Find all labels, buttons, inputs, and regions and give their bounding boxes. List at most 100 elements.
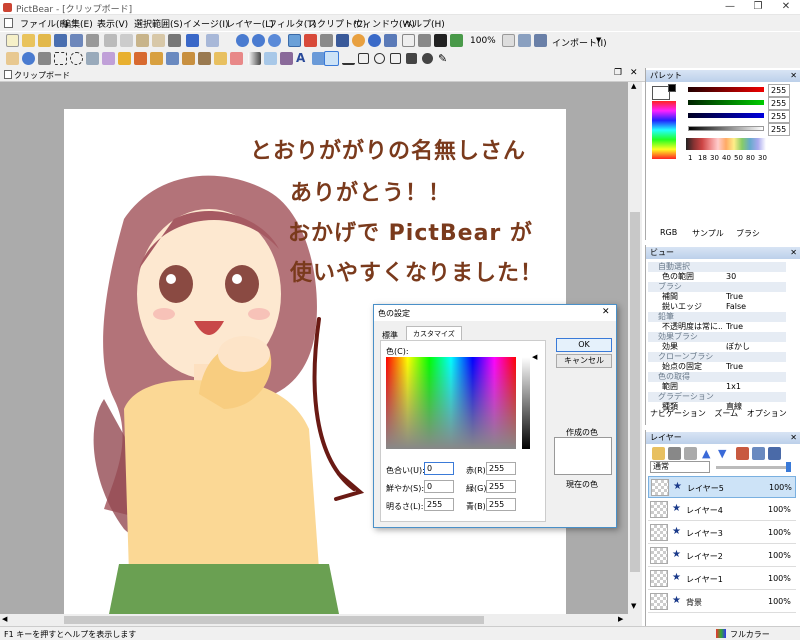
property-row[interactable]: 種類 直線: [648, 402, 786, 412]
paste-new-icon[interactable]: [152, 34, 165, 47]
stamp-icon[interactable]: [280, 52, 293, 65]
ellipse-tool-icon[interactable]: [374, 53, 385, 64]
property-category[interactable]: 色の取得: [648, 372, 786, 382]
property-row[interactable]: 始点の固定 True: [648, 362, 786, 372]
brush-window-icon[interactable]: [336, 34, 349, 47]
hue-sat-picker[interactable]: [386, 357, 516, 449]
eyedropper-icon[interactable]: [118, 52, 131, 65]
effect-brush-icon[interactable]: [182, 52, 195, 65]
luminance-bar[interactable]: [522, 357, 530, 449]
copy-icon[interactable]: [120, 34, 133, 47]
line-tool-icon[interactable]: [324, 51, 339, 66]
lasso-icon[interactable]: [86, 52, 99, 65]
layer-visibility-icon[interactable]: ★: [672, 595, 681, 606]
pen-tool-icon[interactable]: ✎: [438, 52, 451, 65]
hue-field[interactable]: 0: [424, 462, 454, 475]
luminance-arrow-icon[interactable]: ◀: [532, 353, 537, 361]
polygon-tool-icon[interactable]: [390, 53, 401, 64]
save-as-icon[interactable]: [70, 34, 83, 47]
fit-window-icon[interactable]: [518, 34, 531, 47]
green-slider[interactable]: [688, 100, 764, 105]
palette-icon[interactable]: [352, 34, 365, 47]
ok-button[interactable]: OK: [556, 338, 612, 352]
swatch-grid[interactable]: [686, 138, 766, 150]
filled-ellipse-icon[interactable]: [422, 53, 433, 64]
doc-restore-icon[interactable]: ❐: [614, 68, 622, 78]
ruler-icon[interactable]: [304, 34, 317, 47]
delete-layer-icon[interactable]: [668, 447, 681, 460]
brush-icon[interactable]: [150, 52, 163, 65]
move-down-icon[interactable]: ▼: [718, 447, 731, 460]
layer-visibility-icon[interactable]: ★: [672, 526, 681, 537]
zoom-out-icon[interactable]: [252, 34, 265, 47]
property-category[interactable]: クローンブラシ: [648, 352, 786, 362]
layer-row[interactable]: ★ レイヤー4 100%: [648, 499, 796, 521]
duplicate-layer-icon[interactable]: [684, 447, 697, 460]
scroll-down-icon[interactable]: ▼: [631, 602, 636, 610]
cancel-button[interactable]: キャンセル: [556, 354, 612, 368]
redo-icon[interactable]: [206, 34, 219, 47]
close-button[interactable]: ✕: [772, 0, 800, 15]
magic-wand-icon[interactable]: [102, 52, 115, 65]
sat-field[interactable]: 0: [424, 480, 454, 493]
hand-tool-icon[interactable]: [6, 52, 19, 65]
chevron-down-icon[interactable]: ▼: [596, 36, 601, 44]
layer-close-icon[interactable]: ✕: [790, 432, 797, 444]
alpha-slider[interactable]: [688, 126, 764, 131]
clone-icon[interactable]: [198, 52, 211, 65]
layer-row[interactable]: ★ レイヤー3 100%: [648, 522, 796, 544]
opacity-slider[interactable]: [716, 466, 788, 469]
maximize-button[interactable]: ❐: [744, 0, 772, 15]
view-dark-icon[interactable]: [434, 34, 447, 47]
green-field[interactable]: 255: [486, 480, 516, 493]
layer-visibility-icon[interactable]: ★: [672, 549, 681, 560]
layer-row[interactable]: ★ レイヤー2 100%: [648, 545, 796, 567]
property-row[interactable]: 鋭いエッジ False: [648, 302, 786, 312]
blue-slider[interactable]: [688, 113, 764, 118]
open-recent-icon[interactable]: [38, 34, 51, 47]
tab-sample[interactable]: サンプル: [692, 228, 724, 239]
doc-close-icon[interactable]: ✕: [630, 68, 638, 78]
gradient-icon[interactable]: [248, 52, 261, 65]
property-row[interactable]: 不透明度は常に... True: [648, 322, 786, 332]
tab-brush[interactable]: ブラシ: [736, 228, 760, 239]
menu-file[interactable]: ファイル(F): [20, 17, 68, 30]
new-icon[interactable]: [6, 34, 19, 47]
print-icon[interactable]: [86, 34, 99, 47]
background-color[interactable]: [668, 84, 676, 92]
property-row[interactable]: 色の範囲 30: [648, 272, 786, 282]
opacity-thumb[interactable]: [786, 462, 791, 472]
horizontal-scroll-thumb[interactable]: [64, 616, 484, 624]
property-row[interactable]: 補間 True: [648, 292, 786, 302]
property-category[interactable]: 効果ブラシ: [648, 332, 786, 342]
alpha-value[interactable]: 255: [768, 123, 790, 136]
panel-close-icon[interactable]: ✕: [790, 70, 797, 82]
crop-icon[interactable]: [168, 34, 181, 47]
brush-size-4[interactable]: 50: [734, 154, 743, 162]
actual-size-icon[interactable]: [534, 34, 547, 47]
brush-size-5[interactable]: 80: [746, 154, 755, 162]
blue-value[interactable]: 255: [768, 110, 790, 123]
brush-size-2[interactable]: 30: [710, 154, 719, 162]
view-normal-icon[interactable]: [402, 34, 415, 47]
view-close-icon[interactable]: ✕: [790, 247, 797, 259]
property-category[interactable]: 鉛筆: [648, 312, 786, 322]
menu-layer[interactable]: レイヤー(L): [226, 17, 274, 30]
minimize-button[interactable]: —: [716, 0, 744, 15]
property-category[interactable]: グラデーション: [648, 392, 786, 402]
layer-row[interactable]: ★ 背景 100%: [648, 591, 796, 613]
layers-icon[interactable]: [384, 34, 397, 47]
clipboard-icon[interactable]: [320, 34, 333, 47]
color-icon[interactable]: [368, 34, 381, 47]
vertical-scroll-thumb[interactable]: [630, 212, 640, 572]
zoom-dropdown-icon[interactable]: [502, 34, 515, 47]
dialog-close-icon[interactable]: ✕: [602, 307, 610, 317]
open-icon[interactable]: [22, 34, 35, 47]
scroll-up-icon[interactable]: ▲: [631, 82, 636, 90]
zoom-tool-icon[interactable]: [22, 52, 35, 65]
color-spectrum[interactable]: [652, 101, 676, 159]
merge-icon[interactable]: [736, 447, 749, 460]
smudge-icon[interactable]: [214, 52, 227, 65]
cut-icon[interactable]: [104, 34, 117, 47]
undo-icon[interactable]: [186, 34, 199, 47]
